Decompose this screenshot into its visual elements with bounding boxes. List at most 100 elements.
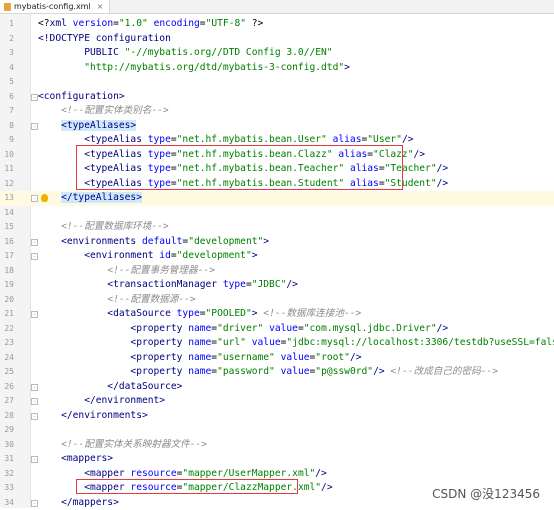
code-token: "-//mybatis.org//DTD Config 3.0//EN" xyxy=(125,47,333,58)
code-line[interactable]: 3 PUBLIC "-//mybatis.org//DTD Config 3.0… xyxy=(0,46,554,61)
code-text: <dataSource type="POOLED"> <!--数据库连接池--> xyxy=(38,307,361,322)
line-number: 33 xyxy=(0,481,14,496)
code-line[interactable]: 2<!DOCTYPE configuration xyxy=(0,32,554,47)
code-token: <!--配置实体类别名--> xyxy=(61,105,169,116)
fold-toggle-icon[interactable]: - xyxy=(31,311,38,318)
highlight-box-typealiases xyxy=(76,145,403,190)
code-token: "development" xyxy=(177,250,252,261)
line-number: 21 xyxy=(0,307,14,322)
code-token: </typeAliases> xyxy=(61,192,142,203)
code-text: PUBLIC "-//mybatis.org//DTD Config 3.0//… xyxy=(38,46,333,61)
code-text: <property name="password" value="p@ssw0r… xyxy=(38,365,498,380)
fold-toggle-icon[interactable]: - xyxy=(31,413,38,420)
code-token: <!--数据库连接池--> xyxy=(263,308,361,319)
close-icon[interactable]: × xyxy=(97,2,104,11)
fold-toggle-icon[interactable]: - xyxy=(31,94,38,101)
code-text: </typeAliases> xyxy=(38,191,142,206)
line-number: 10 xyxy=(0,148,14,163)
code-token: <environment xyxy=(38,250,159,261)
code-line[interactable]: 26- </dataSource> xyxy=(0,380,554,395)
code-text: </dataSource> xyxy=(38,380,182,395)
code-line[interactable]: 21 - <dataSource type="POOLED"> <!--数据库连接… xyxy=(0,307,554,322)
code-text: <?xml version="1.0" encoding="UTF-8" ?> xyxy=(38,17,263,32)
code-line[interactable]: 28- </environments> xyxy=(0,409,554,424)
code-editor[interactable]: 1<?xml version="1.0" encoding="UTF-8" ?>… xyxy=(0,14,554,508)
line-number: 23 xyxy=(0,336,14,351)
code-token: "password" xyxy=(217,366,275,377)
code-line[interactable]: 14 xyxy=(0,206,554,221)
highlight-box-mapper xyxy=(76,479,298,494)
line-number: 12 xyxy=(0,177,14,192)
code-token: encoding xyxy=(154,18,200,29)
line-number: 14 xyxy=(0,206,14,221)
line-number: 32 xyxy=(0,467,14,482)
line-number: 15 xyxy=(0,220,14,235)
code-line[interactable]: 4 "http://mybatis.org/dtd/mybatis-3-conf… xyxy=(0,61,554,76)
code-token: </dataSource> xyxy=(38,381,182,392)
watermark: CSDN @没123456 xyxy=(432,485,540,502)
code-token: > xyxy=(252,250,258,261)
code-line[interactable]: 25 <property name="password" value="p@ss… xyxy=(0,365,554,380)
code-text: <property name="driver" value="com.mysql… xyxy=(38,322,448,337)
code-token: type xyxy=(223,279,246,290)
fold-toggle-icon[interactable]: - xyxy=(31,195,38,202)
code-token: /> xyxy=(402,134,414,145)
code-token: ?> xyxy=(246,18,263,29)
code-token: "User" xyxy=(367,134,402,145)
fold-toggle-icon[interactable]: - xyxy=(31,500,38,507)
code-line[interactable]: 6 -<configuration> xyxy=(0,90,554,105)
code-line[interactable]: 17- <environment id="development"> xyxy=(0,249,554,264)
code-text: <configuration> xyxy=(38,90,125,105)
line-number: 6 xyxy=(0,90,14,105)
fold-toggle-icon[interactable]: - xyxy=(31,398,38,405)
code-token xyxy=(38,221,61,232)
fold-toggle-icon[interactable]: - xyxy=(31,456,38,463)
code-token: /> xyxy=(350,352,362,363)
line-number: 19 xyxy=(0,278,14,293)
line-number: 3 xyxy=(0,46,14,61)
code-line[interactable]: 7 <!--配置实体类别名--> xyxy=(0,104,554,119)
line-number: 18 xyxy=(0,264,14,279)
code-token: <? xyxy=(38,18,50,29)
code-line[interactable]: 5 xyxy=(0,75,554,90)
line-number: 5 xyxy=(0,75,14,90)
line-number: 22 xyxy=(0,322,14,337)
code-line[interactable]: 27- </environment> xyxy=(0,394,554,409)
code-line[interactable]: 13- </typeAliases> xyxy=(0,191,554,206)
tab-mybatis-config[interactable]: mybatis-config.xml × xyxy=(0,0,110,13)
code-line[interactable]: 24 <property name="username" value="root… xyxy=(0,351,554,366)
code-line[interactable]: 23 <property name="url" value="jdbc:mysq… xyxy=(0,336,554,351)
code-token: <environments xyxy=(38,236,142,247)
code-line[interactable]: 16- <environments default="development"> xyxy=(0,235,554,250)
code-token: "JDBC" xyxy=(252,279,287,290)
code-line[interactable]: 19 <transactionManager type="JDBC"/> xyxy=(0,278,554,293)
code-line[interactable]: 18 <!--配置事务管理器--> xyxy=(0,264,554,279)
line-number: 2 xyxy=(0,32,14,47)
code-line[interactable]: 29 xyxy=(0,423,554,438)
code-line[interactable]: 20 <!--配置数据源--> xyxy=(0,293,554,308)
line-number: 8 xyxy=(0,119,14,134)
code-line[interactable]: 15 <!--配置数据库环境--> xyxy=(0,220,554,235)
code-token: value xyxy=(269,323,298,334)
fold-toggle-icon[interactable]: - xyxy=(31,384,38,391)
code-token: /> xyxy=(373,366,385,377)
code-line[interactable]: 1<?xml version="1.0" encoding="UTF-8" ?> xyxy=(0,17,554,32)
code-line[interactable]: 8- <typeAliases> xyxy=(0,119,554,134)
line-number: 28 xyxy=(0,409,14,424)
code-token: resource xyxy=(130,468,176,479)
code-text: <!--配置实体类别名--> xyxy=(38,104,169,119)
fold-toggle-icon[interactable]: - xyxy=(31,253,38,260)
line-number: 27 xyxy=(0,394,14,409)
code-token: <configuration> xyxy=(38,91,125,102)
code-line[interactable]: 30 <!--配置实体关系映射器文件--> xyxy=(0,438,554,453)
line-number: 29 xyxy=(0,423,14,438)
code-token: value xyxy=(281,366,310,377)
line-number: 7 xyxy=(0,104,14,119)
line-number: 24 xyxy=(0,351,14,366)
fold-toggle-icon[interactable]: - xyxy=(31,123,38,130)
code-token: "p@ssw0rd" xyxy=(315,366,373,377)
fold-toggle-icon[interactable]: - xyxy=(31,239,38,246)
line-number: 20 xyxy=(0,293,14,308)
code-line[interactable]: 22 <property name="driver" value="com.my… xyxy=(0,322,554,337)
code-line[interactable]: 31- <mappers> xyxy=(0,452,554,467)
